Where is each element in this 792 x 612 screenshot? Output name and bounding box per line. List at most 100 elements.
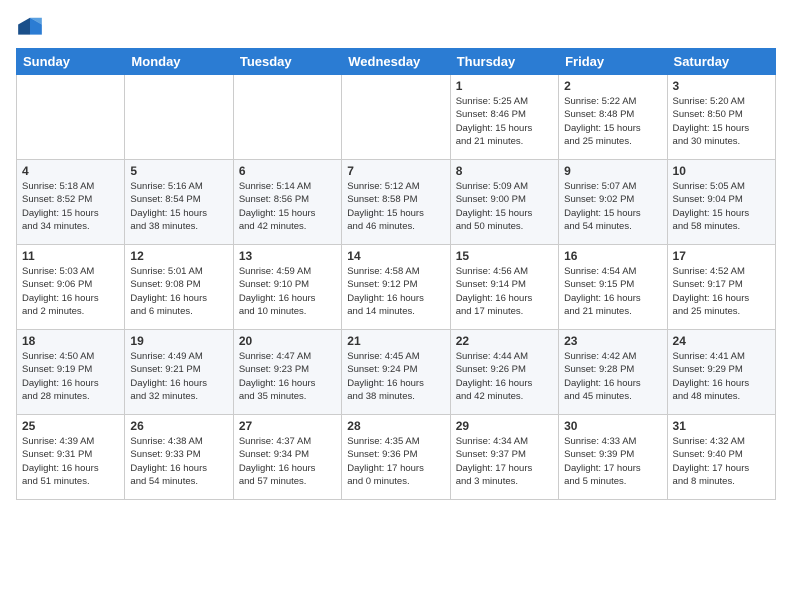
day-info: Sunrise: 4:58 AM Sunset: 9:12 PM Dayligh… [347,265,444,318]
calendar-cell: 18 Sunrise: 4:50 AM Sunset: 9:19 PM Dayli… [17,330,125,415]
day-number: 11 [22,249,119,263]
day-info: Sunrise: 4:35 AM Sunset: 9:36 PM Dayligh… [347,435,444,488]
calendar-cell: 31 Sunrise: 4:32 AM Sunset: 9:40 PM Dayli… [667,415,775,500]
day-number: 29 [456,419,553,433]
calendar-cell: 13 Sunrise: 4:59 AM Sunset: 9:10 PM Dayli… [233,245,341,330]
day-info: Sunrise: 4:49 AM Sunset: 9:21 PM Dayligh… [130,350,227,403]
day-number: 13 [239,249,336,263]
calendar-cell: 19 Sunrise: 4:49 AM Sunset: 9:21 PM Dayli… [125,330,233,415]
calendar-cell: 21 Sunrise: 4:45 AM Sunset: 9:24 PM Dayli… [342,330,450,415]
day-info: Sunrise: 5:03 AM Sunset: 9:06 PM Dayligh… [22,265,119,318]
day-number: 16 [564,249,661,263]
day-info: Sunrise: 4:59 AM Sunset: 9:10 PM Dayligh… [239,265,336,318]
day-info: Sunrise: 4:52 AM Sunset: 9:17 PM Dayligh… [673,265,770,318]
day-number: 24 [673,334,770,348]
weekday-header-tuesday: Tuesday [233,49,341,75]
day-number: 26 [130,419,227,433]
day-info: Sunrise: 5:22 AM Sunset: 8:48 PM Dayligh… [564,95,661,148]
day-number: 20 [239,334,336,348]
day-number: 25 [22,419,119,433]
page-header [16,16,776,38]
calendar-cell [125,75,233,160]
day-info: Sunrise: 5:25 AM Sunset: 8:46 PM Dayligh… [456,95,553,148]
day-info: Sunrise: 5:14 AM Sunset: 8:56 PM Dayligh… [239,180,336,233]
calendar-cell [342,75,450,160]
day-number: 8 [456,164,553,178]
calendar-cell: 22Sunrise: 4:44 AM Sunset: 9:26 PM Dayli… [450,330,558,415]
calendar-cell: 26 Sunrise: 4:38 AM Sunset: 9:33 PM Dayli… [125,415,233,500]
calendar-cell: 25Sunrise: 4:39 AM Sunset: 9:31 PM Dayli… [17,415,125,500]
day-info: Sunrise: 5:18 AM Sunset: 8:52 PM Dayligh… [22,180,119,233]
day-number: 12 [130,249,227,263]
calendar-cell: 24 Sunrise: 4:41 AM Sunset: 9:29 PM Dayli… [667,330,775,415]
day-info: Sunrise: 4:34 AM Sunset: 9:37 PM Dayligh… [456,435,553,488]
day-number: 9 [564,164,661,178]
calendar-cell: 4 Sunrise: 5:18 AM Sunset: 8:52 PM Daylig… [17,160,125,245]
day-info: Sunrise: 4:32 AM Sunset: 9:40 PM Dayligh… [673,435,770,488]
weekday-header-thursday: Thursday [450,49,558,75]
calendar-cell: 20 Sunrise: 4:47 AM Sunset: 9:23 PM Dayli… [233,330,341,415]
calendar-cell: 16 Sunrise: 4:54 AM Sunset: 9:15 PM Dayli… [559,245,667,330]
calendar-cell: 12 Sunrise: 5:01 AM Sunset: 9:08 PM Dayli… [125,245,233,330]
calendar-cell: 10 Sunrise: 5:05 AM Sunset: 9:04 PM Dayli… [667,160,775,245]
day-info: Sunrise: 4:45 AM Sunset: 9:24 PM Dayligh… [347,350,444,403]
calendar-cell: 28 Sunrise: 4:35 AM Sunset: 9:36 PM Dayli… [342,415,450,500]
day-info: Sunrise: 4:56 AM Sunset: 9:14 PM Dayligh… [456,265,553,318]
calendar-cell: 1Sunrise: 5:25 AM Sunset: 8:46 PM Daylig… [450,75,558,160]
weekday-header-monday: Monday [125,49,233,75]
calendar-cell: 15 Sunrise: 4:56 AM Sunset: 9:14 PM Dayli… [450,245,558,330]
calendar-cell: 27 Sunrise: 4:37 AM Sunset: 9:34 PM Dayli… [233,415,341,500]
day-info: Sunrise: 5:16 AM Sunset: 8:54 PM Dayligh… [130,180,227,233]
calendar-cell: 29 Sunrise: 4:34 AM Sunset: 9:37 PM Dayli… [450,415,558,500]
day-number: 6 [239,164,336,178]
day-info: Sunrise: 4:54 AM Sunset: 9:15 PM Dayligh… [564,265,661,318]
week-row-2: 4 Sunrise: 5:18 AM Sunset: 8:52 PM Daylig… [17,160,776,245]
calendar-cell: 6 Sunrise: 5:14 AM Sunset: 8:56 PM Daylig… [233,160,341,245]
day-info: Sunrise: 4:41 AM Sunset: 9:29 PM Dayligh… [673,350,770,403]
day-info: Sunrise: 4:44 AM Sunset: 9:26 PM Dayligh… [456,350,553,403]
day-info: Sunrise: 5:01 AM Sunset: 9:08 PM Dayligh… [130,265,227,318]
day-info: Sunrise: 4:38 AM Sunset: 9:33 PM Dayligh… [130,435,227,488]
calendar-cell: 17 Sunrise: 4:52 AM Sunset: 9:17 PM Dayli… [667,245,775,330]
day-number: 21 [347,334,444,348]
day-number: 17 [673,249,770,263]
day-number: 31 [673,419,770,433]
day-number: 18 [22,334,119,348]
day-number: 7 [347,164,444,178]
day-info: Sunrise: 4:37 AM Sunset: 9:34 PM Dayligh… [239,435,336,488]
day-info: Sunrise: 5:12 AM Sunset: 8:58 PM Dayligh… [347,180,444,233]
day-info: Sunrise: 4:50 AM Sunset: 9:19 PM Dayligh… [22,350,119,403]
logo-icon [16,16,44,38]
day-number: 19 [130,334,227,348]
day-number: 14 [347,249,444,263]
day-number: 4 [22,164,119,178]
day-number: 5 [130,164,227,178]
calendar-cell: 14 Sunrise: 4:58 AM Sunset: 9:12 PM Dayli… [342,245,450,330]
calendar-table: SundayMondayTuesdayWednesdayThursdayFrid… [16,48,776,500]
weekday-header-saturday: Saturday [667,49,775,75]
weekday-header-wednesday: Wednesday [342,49,450,75]
week-row-4: 18 Sunrise: 4:50 AM Sunset: 9:19 PM Dayli… [17,330,776,415]
week-row-3: 11 Sunrise: 5:03 AM Sunset: 9:06 PM Dayli… [17,245,776,330]
day-number: 30 [564,419,661,433]
calendar-cell: 5 Sunrise: 5:16 AM Sunset: 8:54 PM Daylig… [125,160,233,245]
day-info: Sunrise: 4:47 AM Sunset: 9:23 PM Dayligh… [239,350,336,403]
day-number: 27 [239,419,336,433]
calendar-cell: 11 Sunrise: 5:03 AM Sunset: 9:06 PM Dayli… [17,245,125,330]
day-info: Sunrise: 5:07 AM Sunset: 9:02 PM Dayligh… [564,180,661,233]
weekday-header-sunday: Sunday [17,49,125,75]
calendar-cell: 23Sunrise: 4:42 AM Sunset: 9:28 PM Dayli… [559,330,667,415]
day-number: 28 [347,419,444,433]
day-number: 23 [564,334,661,348]
week-row-1: 1Sunrise: 5:25 AM Sunset: 8:46 PM Daylig… [17,75,776,160]
day-info: Sunrise: 5:05 AM Sunset: 9:04 PM Dayligh… [673,180,770,233]
logo [16,16,48,38]
day-number: 15 [456,249,553,263]
week-row-5: 25Sunrise: 4:39 AM Sunset: 9:31 PM Dayli… [17,415,776,500]
calendar-cell: 9 Sunrise: 5:07 AM Sunset: 9:02 PM Daylig… [559,160,667,245]
day-number: 10 [673,164,770,178]
day-info: Sunrise: 4:33 AM Sunset: 9:39 PM Dayligh… [564,435,661,488]
calendar-cell: 3Sunrise: 5:20 AM Sunset: 8:50 PM Daylig… [667,75,775,160]
calendar-cell: 8Sunrise: 5:09 AM Sunset: 9:00 PM Daylig… [450,160,558,245]
day-info: Sunrise: 5:20 AM Sunset: 8:50 PM Dayligh… [673,95,770,148]
